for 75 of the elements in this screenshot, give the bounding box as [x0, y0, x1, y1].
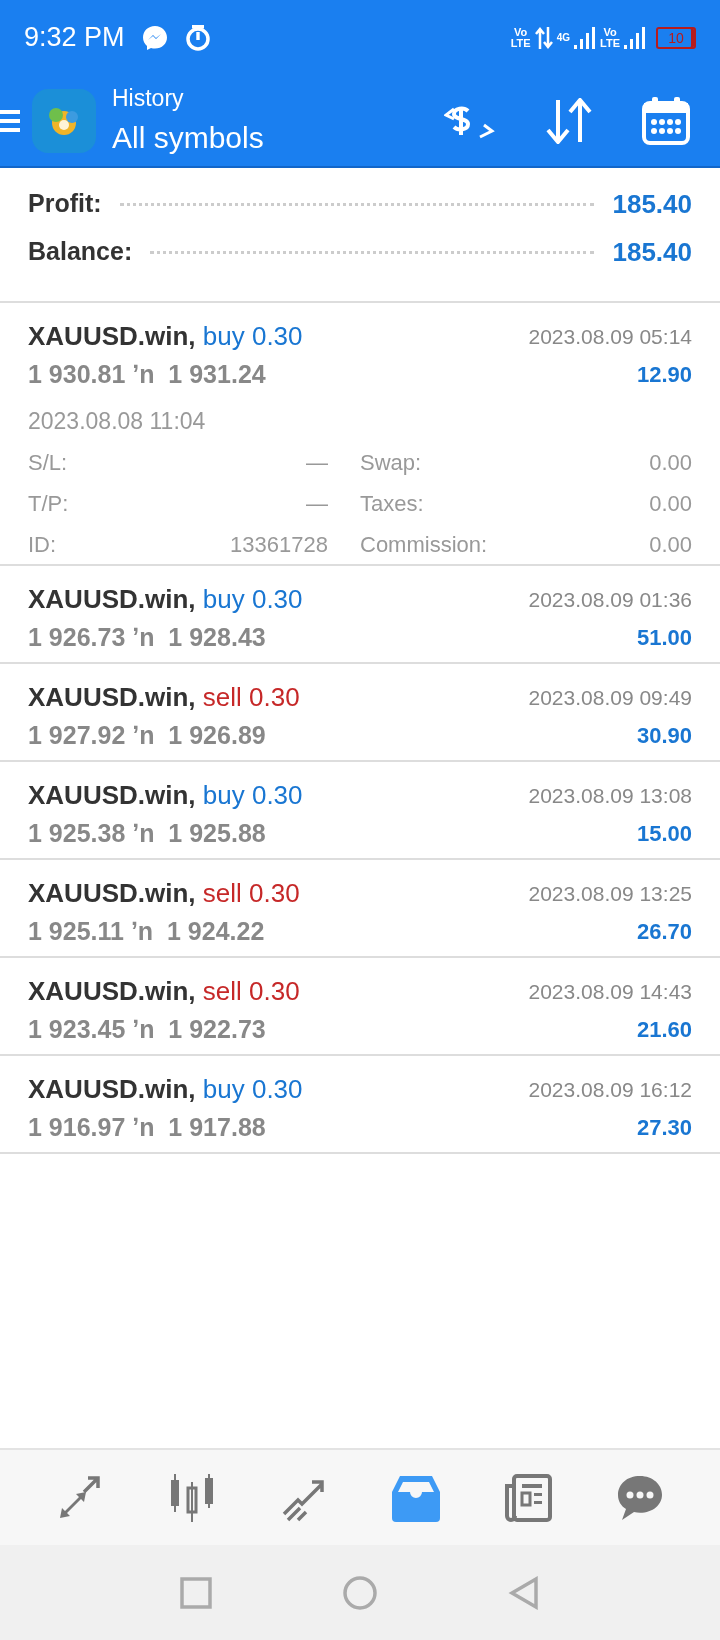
- timer-icon: [184, 23, 211, 52]
- trade-row[interactable]: XAUUSD.win, buy 0.30 2023.08.09 05:14 1 930.81 ʼn 1 931.24 12.90 2023.08.08 11:04 S/L: — Swap: 0.00 T/P: — Taxes: 0.00 ID: 13361728 Commission: 0.00: [0, 303, 720, 566]
- trade-time: 2023.08.09 05:14: [528, 323, 692, 350]
- detail-label: Commission:: [360, 531, 488, 559]
- trade-time: 2023.08.09 13:25: [528, 880, 692, 907]
- trade-time: 2023.08.09 09:49: [528, 684, 692, 711]
- signal-icon: [574, 26, 597, 49]
- back-icon[interactable]: [508, 1575, 540, 1610]
- data-transfer-icon: [534, 26, 553, 49]
- detail-value: —: [306, 490, 328, 518]
- calendar-icon[interactable]: [642, 96, 690, 145]
- trade-time: 2023.08.09 13:08: [528, 782, 692, 809]
- screen-title: History: [112, 83, 185, 113]
- history-icon[interactable]: [392, 1473, 440, 1522]
- summary-label: Balance:: [28, 236, 133, 268]
- network-type-label: 4G: [556, 32, 571, 43]
- detail-label: Taxes:: [360, 490, 424, 518]
- news-icon[interactable]: [504, 1473, 552, 1522]
- detail-label: S/L:: [28, 449, 68, 477]
- symbols-filter[interactable]: All symbols: [112, 115, 264, 161]
- network-type-label: Vo LTE: [510, 26, 531, 49]
- trade-prices: 1 916.97 ʼn 1 917.88: [28, 1112, 266, 1143]
- detail-value: 0.00: [649, 531, 692, 559]
- status-time: 9:32 PM: [24, 21, 125, 55]
- trade-prices: 1 925.11 ʼn 1 924.22: [28, 916, 265, 947]
- signal-icon: [624, 26, 646, 49]
- trade-time: 2023.08.09 01:36: [528, 586, 692, 613]
- summary-value: 185.40: [612, 187, 692, 221]
- trade-profit: 27.30: [636, 1114, 692, 1143]
- trade-prices: 1 930.81 ʼn 1 931.24: [28, 359, 266, 390]
- detail-value: 0.00: [649, 449, 692, 477]
- trade-row[interactable]: XAUUSD.win, buy 0.30 2023.08.09 16:12 1 916.97 ʼn 1 917.88 27.30: [0, 1056, 720, 1154]
- trade-row[interactable]: XAUUSD.win, buy 0.30 2023.08.09 01:36 1 926.73 ʼn 1 928.43 51.00: [0, 566, 720, 664]
- trade-profit: 51.00: [636, 624, 692, 653]
- detail-label: ID:: [28, 531, 57, 559]
- open-time: 2023.08.08 11:04: [28, 406, 207, 436]
- trade-profit: 30.90: [636, 722, 692, 751]
- trade-profit: 26.70: [636, 918, 692, 947]
- battery-indicator: 10: [656, 26, 696, 49]
- summary-label: Profit:: [28, 188, 102, 220]
- trade-prices: 1 925.38 ʼn 1 925.88: [28, 818, 266, 849]
- trade-title: XAUUSD.win, sell 0.30: [28, 975, 300, 1008]
- home-icon[interactable]: [342, 1574, 378, 1611]
- trade-row[interactable]: XAUUSD.win, sell 0.30 2023.08.09 09:49 1 927.92 ʼn 1 926.89 30.90: [0, 664, 720, 762]
- trade-time: 2023.08.09 16:12: [528, 1076, 692, 1103]
- detail-label: T/P:: [28, 490, 69, 518]
- trade-profit: 12.90: [636, 361, 692, 390]
- chart-icon[interactable]: [168, 1473, 216, 1522]
- trade-row[interactable]: XAUUSD.win, buy 0.30 2023.08.09 13:08 1 925.38 ʼn 1 925.88 15.00: [0, 762, 720, 860]
- app-logo-icon[interactable]: [32, 88, 96, 153]
- trade-row[interactable]: XAUUSD.win, sell 0.30 2023.08.09 13:25 1 925.11 ʼn 1 924.22 26.70: [0, 860, 720, 958]
- messenger-icon: [140, 23, 169, 52]
- trade-row[interactable]: XAUUSD.win, sell 0.30 2023.08.09 14:43 1 923.45 ʼn 1 922.73 21.60: [0, 958, 720, 1056]
- trade-title: XAUUSD.win, buy 0.30: [28, 583, 303, 616]
- trade-prices: 1 926.73 ʼn 1 928.43: [28, 622, 266, 653]
- trade-title: XAUUSD.win, buy 0.30: [28, 779, 303, 812]
- recents-icon[interactable]: [180, 1576, 212, 1609]
- summary-value: 185.40: [612, 235, 692, 269]
- trade-profit: 21.60: [636, 1016, 692, 1045]
- trade-title: XAUUSD.win, sell 0.30: [28, 681, 300, 714]
- trade-time: 2023.08.09 14:43: [528, 978, 692, 1005]
- chat-icon[interactable]: [616, 1473, 664, 1522]
- detail-value: 13361728: [230, 531, 328, 559]
- network-type-label: Vo LTE: [600, 26, 620, 49]
- detail-value: —: [306, 449, 328, 477]
- detail-label: Swap:: [360, 449, 422, 477]
- trade-prices: 1 927.92 ʼn 1 926.89: [28, 720, 266, 751]
- detail-value: 0.00: [649, 490, 692, 518]
- trade-title: XAUUSD.win, sell 0.30: [28, 877, 300, 910]
- menu-icon[interactable]: [0, 107, 20, 134]
- trade-title: XAUUSD.win, buy 0.30: [28, 320, 303, 353]
- sort-icon[interactable]: [544, 97, 594, 144]
- trade-profit: 15.00: [636, 820, 692, 849]
- trade-prices: 1 923.45 ʼn 1 922.73: [28, 1014, 266, 1045]
- trade-title: XAUUSD.win, buy 0.30: [28, 1073, 303, 1106]
